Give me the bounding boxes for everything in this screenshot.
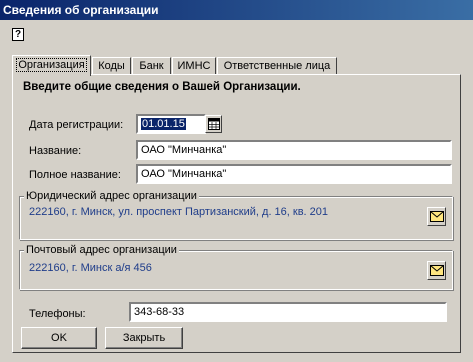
form-heading: Введите общие сведения о Вашей Организац… — [23, 81, 301, 93]
postal-address-caption: Почтовый адрес организации — [24, 244, 179, 256]
window-title: Сведения об организации — [0, 0, 473, 20]
legal-address-caption: Юридический адрес организации — [24, 190, 199, 202]
tab-imns[interactable]: ИМНС — [172, 57, 216, 75]
tab-responsible-persons[interactable]: Ответственные лица — [217, 57, 337, 75]
tab-codes[interactable]: Коды — [92, 57, 131, 75]
tab-organization[interactable]: Организация — [12, 55, 91, 76]
name-field[interactable]: ОАО "Минчанка" — [136, 140, 452, 160]
postal-address-value: 222160, г. Минск а/я 456 — [29, 262, 152, 274]
legal-address-value: 222160, г. Минск, ул. проспект Партизанс… — [29, 206, 329, 218]
full-name-field[interactable]: ОАО "Минчанка" — [136, 164, 452, 184]
ok-button[interactable]: OK — [21, 327, 97, 349]
phones-field[interactable]: 343-68-33 — [129, 302, 447, 322]
reg-date-field[interactable]: 01.01.15 — [136, 114, 206, 134]
organization-panel: Введите общие сведения о Вашей Организац… — [12, 74, 461, 353]
reg-date-value: 01.01.15 — [141, 118, 186, 130]
envelope-icon — [430, 211, 444, 222]
calendar-icon — [208, 118, 220, 130]
name-label: Название: — [29, 145, 82, 157]
legal-address-group: Юридический адрес организации 222160, г.… — [19, 190, 453, 240]
phones-label: Телефоны: — [29, 308, 86, 320]
legal-address-edit-button[interactable] — [427, 207, 446, 226]
close-button[interactable]: Закрыть — [105, 327, 183, 349]
calendar-button[interactable] — [205, 115, 222, 133]
full-name-label: Полное название: — [29, 169, 121, 181]
postal-address-edit-button[interactable] — [427, 261, 446, 280]
envelope-icon — [430, 265, 444, 276]
reg-date-label: Дата регистрации: — [29, 119, 124, 131]
tab-organization-label: Организация — [16, 58, 87, 72]
postal-address-group: Почтовый адрес организации 222160, г. Ми… — [19, 244, 453, 290]
tab-bank[interactable]: Банк — [132, 57, 171, 75]
question-mark-icon[interactable]: ? — [12, 28, 24, 41]
